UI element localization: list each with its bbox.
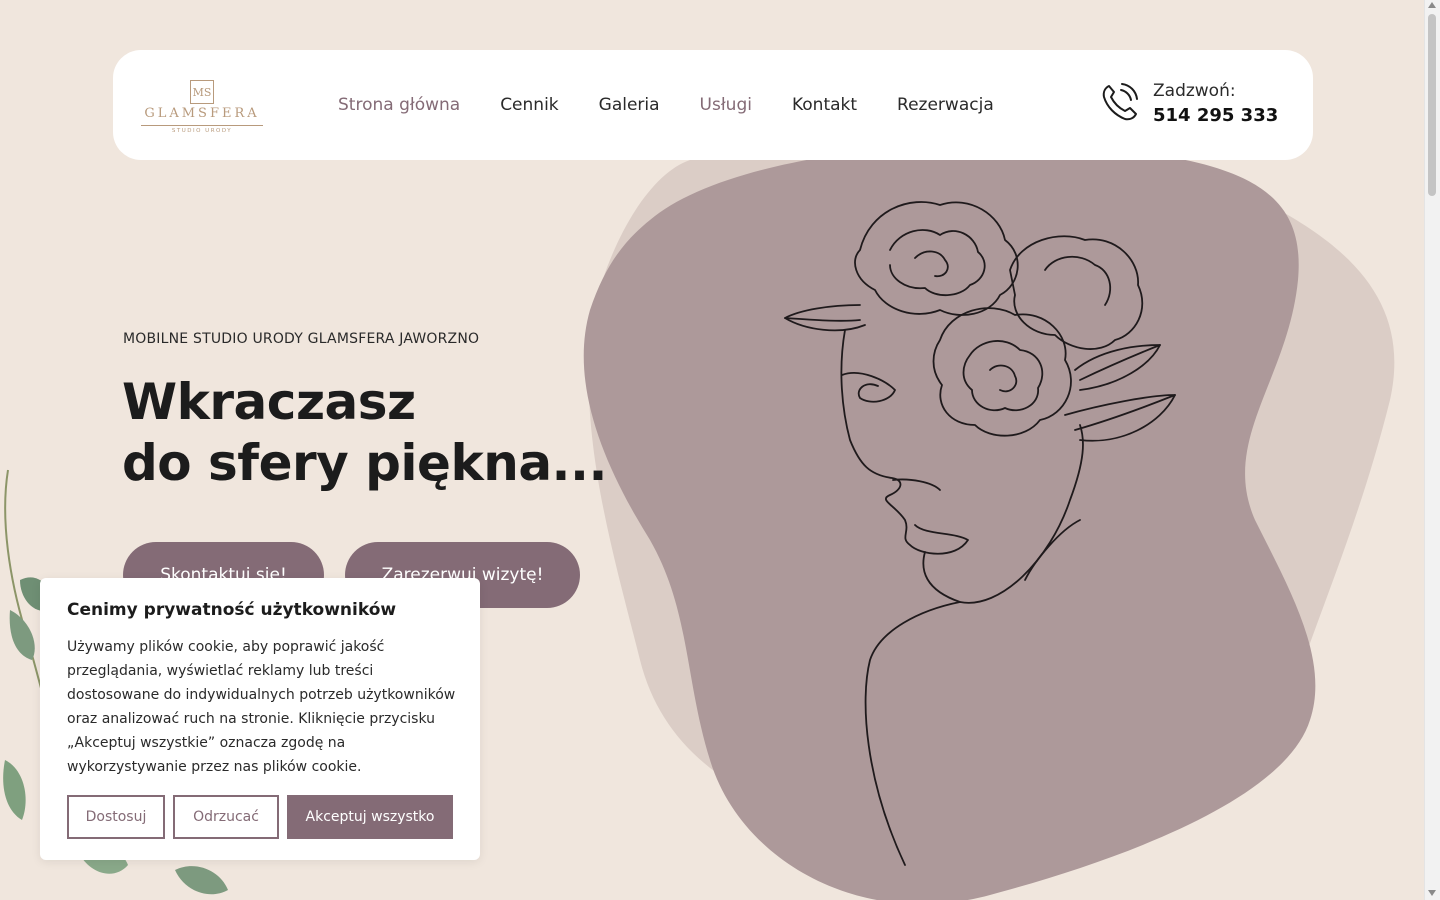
nav-item-booking[interactable]: Rezerwacja <box>897 95 994 115</box>
nav-item-contact[interactable]: Kontakt <box>792 95 857 115</box>
cookie-title: Cenimy prywatność użytkowników <box>67 600 397 620</box>
cookie-reject-button[interactable]: Odrzucać <box>173 795 279 839</box>
scrollbar-thumb[interactable] <box>1428 14 1436 196</box>
main-nav: Strona główna Cennik Galeria Usługi Kont… <box>338 50 1034 160</box>
phone-number[interactable]: 514 295 333 <box>1153 105 1278 126</box>
page-scrollbar[interactable] <box>1424 0 1440 900</box>
phone-icon <box>1102 83 1138 121</box>
logo-monogram: MS <box>190 80 214 104</box>
hero-headline-line-1: Wkraczasz <box>122 373 416 431</box>
logo-tagline: STUDIO URODY <box>171 128 233 134</box>
hero-headline: Wkraczasz do sfery piękna... <box>122 372 608 494</box>
scroll-up-arrow-icon[interactable] <box>1428 2 1436 8</box>
phone-cta[interactable]: Zadzwoń: 514 295 333 <box>1101 78 1301 134</box>
nav-item-gallery[interactable]: Galeria <box>599 95 660 115</box>
phone-label: Zadzwoń: <box>1153 81 1236 101</box>
scroll-down-arrow-icon[interactable] <box>1428 890 1436 896</box>
logo-name: GLAMSFERA <box>144 106 260 121</box>
logo[interactable]: MS GLAMSFERA STUDIO URODY <box>139 80 265 138</box>
background-blob <box>583 143 1316 900</box>
site-header: MS GLAMSFERA STUDIO URODY Strona główna … <box>113 50 1313 160</box>
nav-item-services[interactable]: Usługi <box>700 95 752 115</box>
nav-item-home[interactable]: Strona główna <box>338 95 460 115</box>
cookie-consent-dialog: Cenimy prywatność użytkowników Używamy p… <box>40 578 480 860</box>
hero-illustration <box>583 143 1395 900</box>
cookie-customize-button[interactable]: Dostosuj <box>67 795 165 839</box>
hero-headline-line-2: do sfery piękna... <box>122 434 608 492</box>
logo-divider <box>141 125 263 126</box>
nav-item-pricing[interactable]: Cennik <box>500 95 558 115</box>
hero-eyebrow: MOBILNE STUDIO URODY GLAMSFERA JAWORZNO <box>123 331 480 347</box>
cookie-accept-button[interactable]: Akceptuj wszystko <box>287 795 453 839</box>
cookie-text: Używamy plików cookie, aby poprawić jako… <box>67 639 456 775</box>
